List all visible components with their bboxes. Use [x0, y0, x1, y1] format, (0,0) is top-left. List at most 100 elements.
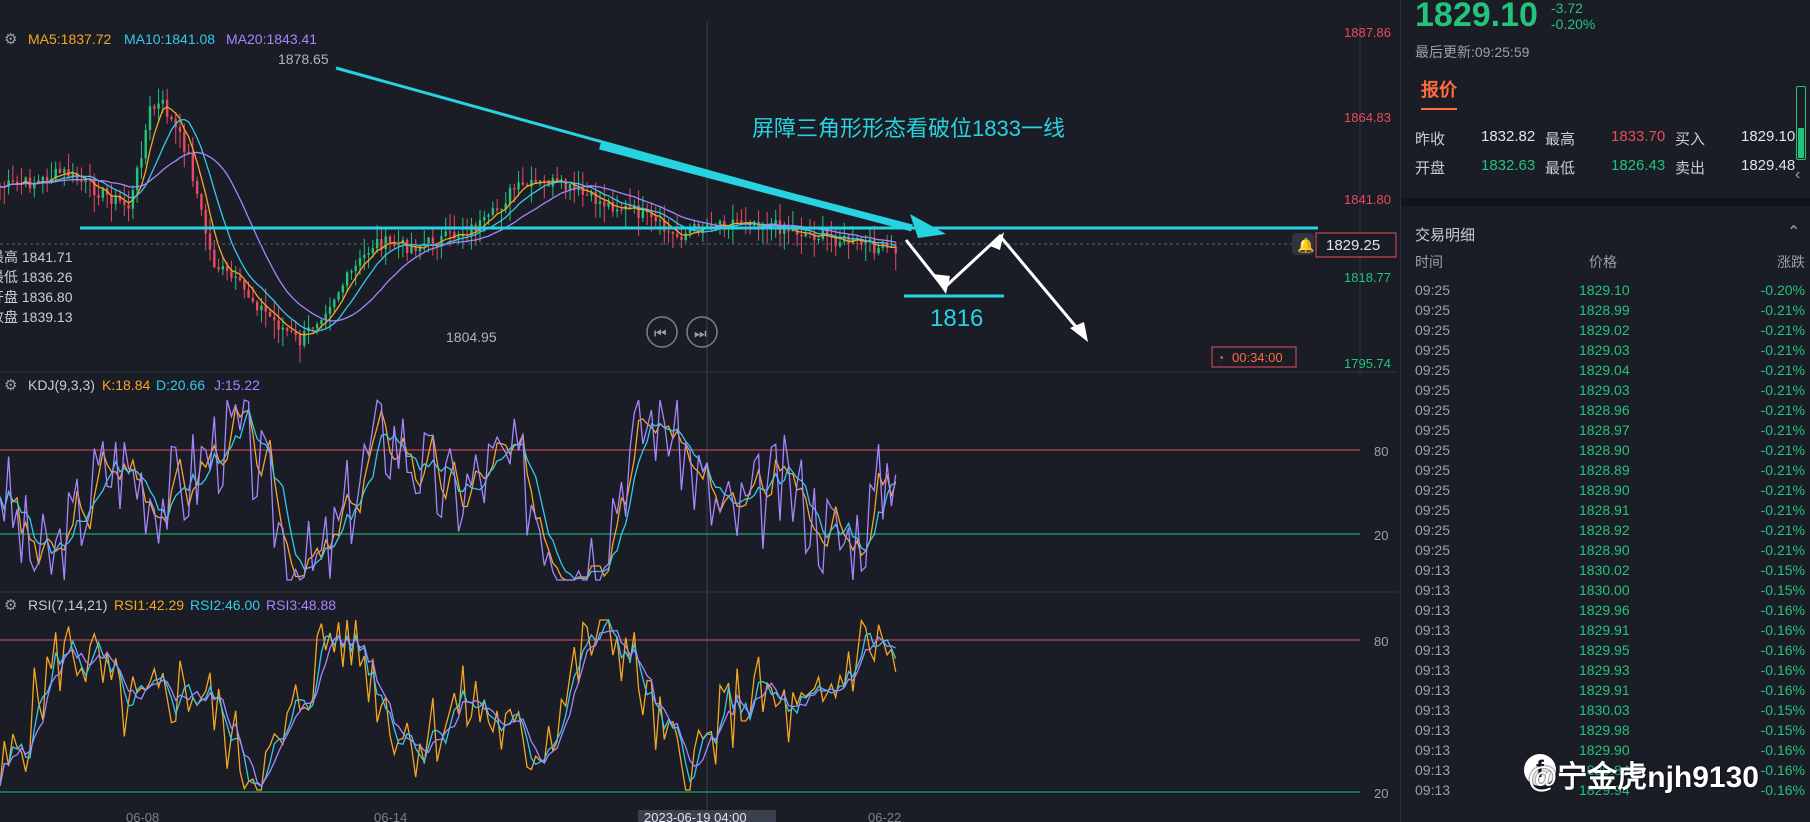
candle-body — [148, 106, 152, 131]
trade-price: 1829.03 — [1579, 342, 1630, 358]
trade-price: 1828.90 — [1579, 542, 1630, 558]
candle-body — [157, 103, 160, 109]
trade-time: 09:25 — [1415, 402, 1451, 418]
axis-label: 1864.83 — [1344, 110, 1391, 125]
settings-icon[interactable]: ⚙ — [4, 31, 17, 48]
candle-body — [320, 319, 323, 325]
candle-body — [680, 236, 683, 241]
candle-body — [427, 237, 430, 244]
trade-time: 09:13 — [1415, 602, 1451, 618]
candle-body — [495, 208, 499, 211]
candle-body — [410, 246, 413, 254]
candle-body — [783, 228, 786, 234]
trade-change: -0.16% — [1760, 762, 1805, 778]
trade-change: -0.16% — [1760, 622, 1805, 638]
collapse-left-icon[interactable]: ‹ — [1795, 166, 1800, 184]
table-row: 09:13 1830.02 -0.15% — [1415, 562, 1805, 582]
trade-change: -0.15% — [1760, 582, 1805, 598]
candle-body — [123, 200, 126, 205]
ohlc-open: 开盘 1836.80 — [0, 289, 73, 305]
kdj-level-80: 80 — [1374, 444, 1388, 459]
table-row: 09:25 1828.99 -0.21% — [1415, 302, 1805, 322]
candle-body — [183, 131, 186, 152]
tab-quote[interactable]: 报价 — [1421, 76, 1457, 110]
trade-time: 09:25 — [1415, 422, 1451, 438]
candle-body — [800, 234, 803, 237]
trade-price: 1829.91 — [1579, 622, 1630, 638]
candle-body — [735, 219, 739, 221]
trade-change: -0.21% — [1760, 502, 1805, 518]
candle-body — [671, 231, 675, 234]
trade-time: 09:13 — [1415, 742, 1451, 758]
chevron-up-icon[interactable]: ⌃ — [1787, 222, 1800, 242]
candle-body — [191, 153, 195, 181]
candle-body — [521, 182, 525, 185]
candle-body — [718, 221, 722, 225]
candle-body — [491, 208, 495, 215]
table-row: 09:13 1830.03 -0.15% — [1415, 702, 1805, 722]
x-axis-label: 06-22 — [868, 810, 901, 822]
candle-body — [358, 258, 362, 266]
candle-body — [328, 307, 332, 314]
ask-value: 1829.48 — [1741, 157, 1796, 174]
candle-body — [178, 127, 182, 132]
table-row: 09:13 1830.00 -0.15% — [1415, 582, 1805, 602]
open-label: 开盘 — [1415, 160, 1446, 177]
trade-time: 09:25 — [1415, 282, 1451, 298]
trade-detail-title: 交易明细 — [1415, 227, 1476, 244]
price-change: -3.72 — [1551, 0, 1583, 16]
candle-body — [230, 271, 233, 278]
trade-time: 09:25 — [1415, 542, 1451, 558]
candle-body — [397, 244, 400, 246]
table-row: 09:25 1829.04 -0.21% — [1415, 362, 1805, 382]
candle-body — [620, 209, 623, 211]
col-change: 涨跌 — [1777, 254, 1805, 270]
kdj-settings-icon[interactable]: ⚙ — [4, 377, 17, 394]
table-row: 09:25 1828.90 -0.21% — [1415, 442, 1805, 462]
candle-body — [63, 169, 66, 173]
candle-body — [277, 320, 280, 330]
candle-body — [170, 116, 173, 120]
candle-body — [127, 204, 130, 209]
candle-body — [213, 249, 216, 268]
price-change-pct: -0.20% — [1551, 16, 1596, 32]
x-axis-cursor-label: 2023-06-19 04:00 — [644, 810, 747, 822]
watermark: @宁金虎njh9130 — [1528, 761, 1759, 794]
candle-body — [444, 231, 447, 236]
trade-time: 09:25 — [1415, 522, 1451, 538]
candle-body — [303, 331, 306, 346]
trade-change: -0.16% — [1760, 742, 1805, 758]
high-value: 1833.70 — [1611, 128, 1666, 145]
prev-close-label: 昨收 — [1415, 131, 1446, 148]
candle-body — [41, 176, 45, 181]
trade-price: 1829.10 — [1579, 282, 1630, 298]
candle-body — [255, 301, 259, 311]
trade-time: 09:25 — [1415, 482, 1451, 498]
candle-body — [140, 158, 143, 168]
table-row: 09:13 1829.96 -0.16% — [1415, 602, 1805, 622]
table-row: 09:25 1828.90 -0.21% — [1415, 482, 1805, 502]
candle-body — [873, 239, 876, 254]
trade-change: -0.16% — [1760, 662, 1805, 678]
table-row: 09:25 1828.90 -0.21% — [1415, 542, 1805, 562]
bid-label: 买入 — [1675, 131, 1706, 148]
ma10-legend: MA10:1841.08 — [124, 31, 215, 47]
candle-body — [354, 265, 357, 271]
table-row: 09:25 1828.92 -0.21% — [1415, 522, 1805, 542]
candle-body — [517, 182, 520, 190]
low-label: 最低 — [1545, 160, 1576, 177]
table-row: 09:13 1829.93 -0.16% — [1415, 662, 1805, 682]
candle-body — [585, 194, 589, 196]
trade-price: 1829.03 — [1579, 382, 1630, 398]
candle-body — [457, 236, 460, 239]
trade-price: 1829.04 — [1579, 362, 1630, 378]
table-row: 09:25 1829.03 -0.21% — [1415, 382, 1805, 402]
table-row: 09:25 1828.96 -0.21% — [1415, 402, 1805, 422]
trade-time: 09:25 — [1415, 362, 1451, 378]
signal-meter-fill — [1798, 128, 1804, 158]
trade-time: 09:13 — [1415, 702, 1451, 718]
ma20-legend: MA20:1843.41 — [226, 31, 317, 47]
candle-body — [654, 216, 657, 222]
rsi-settings-icon[interactable]: ⚙ — [4, 597, 17, 614]
candle-body — [877, 247, 880, 254]
